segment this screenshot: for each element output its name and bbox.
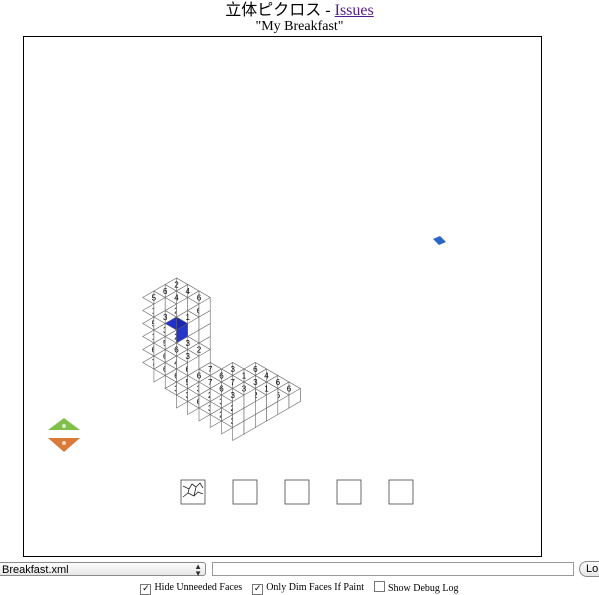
- clue-number: 6: [197, 294, 202, 303]
- clue-number: 3: [253, 378, 258, 387]
- clue-number: 4: [174, 294, 179, 303]
- brush-slot[interactable]: [284, 479, 310, 505]
- clue-number: 1: [242, 372, 247, 381]
- rotation-slider-handle[interactable]: [433, 236, 446, 245]
- clue-number: 6: [287, 385, 292, 394]
- option-show-debug-log[interactable]: Show Debug Log: [373, 581, 459, 595]
- brush-slot[interactable]: [388, 479, 414, 505]
- clue-number: 6: [219, 372, 224, 381]
- clue-number: 4: [185, 287, 190, 296]
- clue-number: 1: [185, 313, 190, 322]
- puzzle-canvas[interactable]: 7766733533322663332212332116562446666666…: [23, 36, 542, 557]
- app-title: 立体ピクロス: [225, 2, 322, 19]
- clue-number: 6: [197, 372, 202, 381]
- puzzle-file-select[interactable]: Breakfast.xml ▲ ▼: [0, 562, 206, 578]
- page-title: 立体ピクロス - Issues: [0, 2, 599, 20]
- clue-number: 7: [208, 365, 213, 374]
- clue-number: 3: [163, 313, 168, 322]
- clue-number: 6: [253, 365, 258, 374]
- add-icon-dot: [62, 424, 66, 428]
- remove-cube-icon[interactable]: [48, 438, 80, 452]
- clue-number: 3: [242, 385, 247, 394]
- clue-number: 5: [152, 294, 157, 303]
- brush-slot[interactable]: [232, 479, 258, 505]
- clue-number: 3: [230, 391, 235, 400]
- bottom-bar: Breakfast.xml ▲ ▼ Lo: [0, 561, 599, 578]
- option-label: Show Debug Log: [387, 583, 459, 594]
- voxel-puzzle[interactable]: 7766733533322663332212332116562446666666…: [142, 277, 301, 442]
- clue-number: 7: [230, 378, 235, 387]
- clue-number: 3: [185, 352, 190, 361]
- clue-number: 6: [219, 385, 224, 394]
- clue-number: 2: [174, 281, 179, 290]
- add-cube-icon[interactable]: [48, 418, 80, 430]
- clue-number: 6: [276, 378, 281, 387]
- clue-number: 1: [264, 385, 269, 394]
- clue-number: 6: [163, 287, 168, 296]
- clue-number: 6: [174, 346, 179, 355]
- issues-link[interactable]: Issues: [335, 2, 374, 19]
- option-only-dim-faces[interactable]: ✓ Only Dim Faces If Paint: [252, 582, 364, 595]
- load-button[interactable]: Lo: [579, 561, 599, 577]
- option-hide-unneeded-faces[interactable]: ✓ Hide Unneeded Faces: [140, 582, 242, 595]
- puzzle-scene[interactable]: 7766733533322663332212332116562446666666…: [24, 37, 541, 556]
- clue-number: 3: [185, 339, 190, 348]
- clue-number: 7: [208, 378, 213, 387]
- brush-slot[interactable]: [336, 479, 362, 505]
- select-arrows-icon: ▲ ▼: [194, 562, 202, 578]
- puzzle-name: "My Breakfast": [255, 19, 344, 34]
- brush-slot[interactable]: [180, 479, 206, 505]
- option-label: Hide Unneeded Faces: [154, 581, 243, 593]
- brush-slots[interactable]: [180, 479, 414, 505]
- url-input[interactable]: [212, 562, 574, 576]
- clue-number: 3: [230, 365, 235, 374]
- option-label: Only Dim Faces If Paint: [266, 581, 364, 593]
- checkbox-2[interactable]: [373, 581, 385, 592]
- remove-icon-dot: [62, 441, 66, 445]
- checkbox-1[interactable]: ✓: [252, 583, 264, 595]
- clue-number: 4: [264, 372, 269, 381]
- title-separator: -: [325, 2, 331, 19]
- file-select-value: Breakfast.xml: [2, 564, 69, 576]
- display-options: ✓ Hide Unneeded Faces ✓ Only Dim Faces If P…: [0, 581, 599, 595]
- checkbox-0[interactable]: ✓: [140, 583, 152, 595]
- clue-number: 2: [197, 346, 202, 355]
